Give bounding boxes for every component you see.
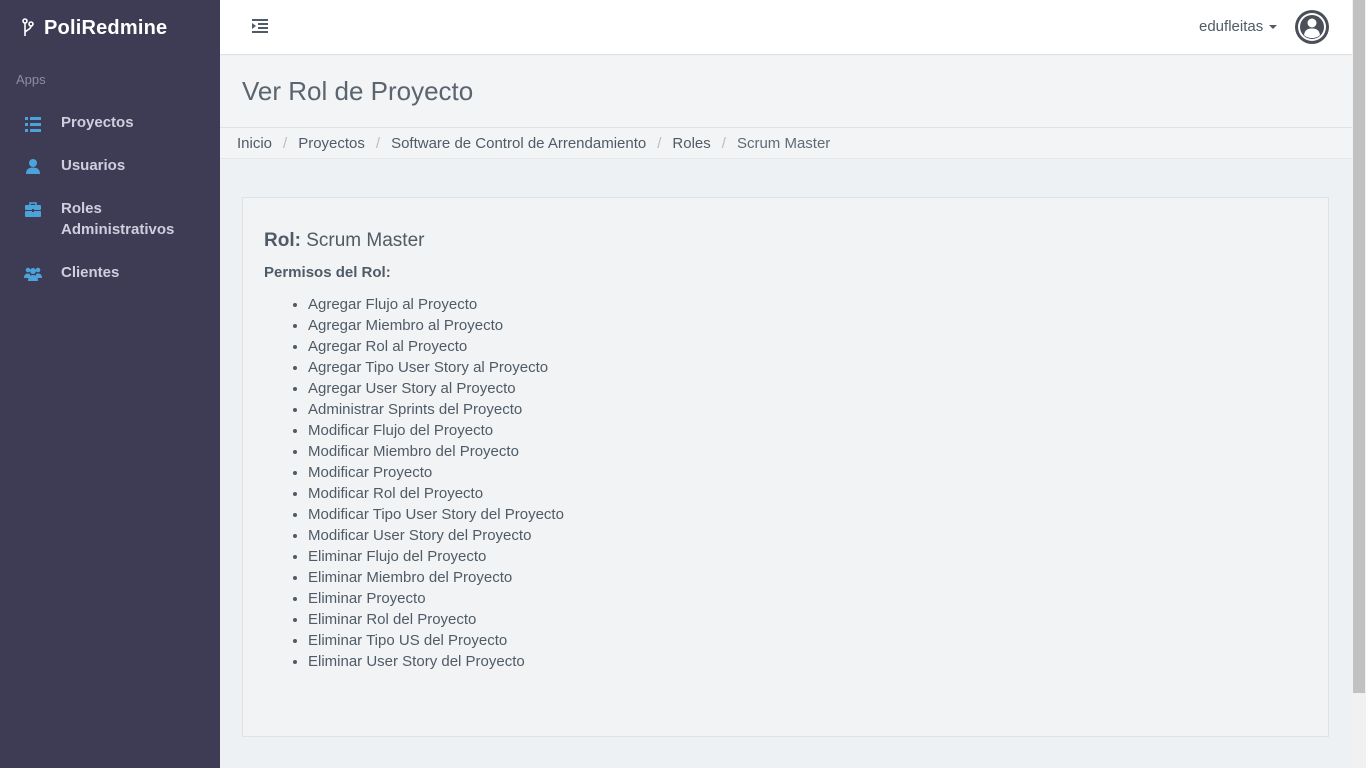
sidebar-item-proyectos[interactable]: Proyectos	[0, 112, 220, 134]
role-title: Rol: Scrum Master	[264, 230, 424, 252]
user-name-label: edufleitas	[1199, 18, 1264, 35]
sidebar-item-label: Roles Administrativos	[61, 200, 175, 238]
caret-down-icon	[1269, 24, 1278, 29]
permission-item: Eliminar Flujo del Proyecto	[308, 546, 564, 567]
permission-item: Agregar Rol al Proyecto	[308, 336, 564, 357]
breadcrumb-separator: /	[657, 134, 662, 152]
users-icon	[24, 264, 42, 282]
role-label: Rol:	[264, 230, 301, 251]
user-icon	[24, 157, 42, 175]
permission-item: Agregar User Story al Proyecto	[308, 378, 564, 399]
role-detail-card: Rol: Scrum Master Permisos del Rol: Agre…	[242, 197, 1329, 737]
sidebar: PoliRedmine Apps Proyectos Usuarios Role…	[0, 0, 220, 768]
permission-item: Eliminar Miembro del Proyecto	[308, 567, 564, 588]
permission-item: Agregar Flujo al Proyecto	[308, 294, 564, 315]
sidebar-item-label: Clientes	[61, 264, 120, 281]
sidebar-item-clientes[interactable]: Clientes	[0, 262, 220, 284]
sidebar-item-label: Proyectos	[61, 114, 134, 131]
permission-item: Eliminar Proyecto	[308, 588, 564, 609]
list-icon	[24, 115, 42, 133]
briefcase-icon	[24, 200, 42, 218]
breadcrumb-separator: /	[721, 134, 726, 152]
breadcrumb-item-inicio[interactable]: Inicio	[237, 135, 272, 152]
branch-icon	[20, 17, 36, 39]
permission-item: Eliminar Tipo US del Proyecto	[308, 630, 564, 651]
permissions-list: Agregar Flujo al Proyecto Agregar Miembr…	[308, 294, 564, 672]
permission-item: Administrar Sprints del Proyecto	[308, 399, 564, 420]
breadcrumb-item-roles[interactable]: Roles	[672, 135, 710, 152]
permission-item: Modificar Rol del Proyecto	[308, 483, 564, 504]
permission-item: Modificar Flujo del Proyecto	[308, 420, 564, 441]
breadcrumb-item-current: Scrum Master	[736, 134, 831, 152]
sidebar-item-label: Usuarios	[61, 157, 126, 174]
permission-item: Eliminar User Story del Proyecto	[308, 651, 564, 672]
permission-item: Eliminar Rol del Proyecto	[308, 609, 564, 630]
permission-item: Modificar Miembro del Proyecto	[308, 441, 564, 462]
permission-item: Modificar Tipo User Story del Proyecto	[308, 504, 564, 525]
permission-item: Modificar Proyecto	[308, 462, 564, 483]
page-title: Ver Rol de Proyecto	[242, 76, 474, 106]
breadcrumb-item-proyecto[interactable]: Software de Control de Arrendamiento	[391, 135, 646, 152]
permissions-heading: Permisos del Rol:	[264, 264, 391, 281]
page-header: Ver Rol de Proyecto	[220, 56, 1352, 128]
sidebar-item-usuarios[interactable]: Usuarios	[0, 155, 220, 177]
permission-item: Modificar User Story del Proyecto	[308, 525, 564, 546]
brand-name: PoliRedmine	[44, 16, 168, 39]
scrollbar-thumb[interactable]	[1353, 0, 1365, 693]
apps-section-label: Apps	[16, 72, 46, 87]
role-name: Scrum Master	[306, 230, 425, 251]
user-menu-dropdown[interactable]: edufleitas	[1199, 18, 1278, 35]
breadcrumb-separator: /	[283, 134, 288, 152]
breadcrumb: Inicio / Proyectos / Software de Control…	[220, 128, 1352, 159]
breadcrumb-separator: /	[375, 134, 381, 152]
breadcrumb-item-proyectos[interactable]: Proyectos	[298, 135, 365, 152]
permission-item: Agregar Miembro al Proyecto	[308, 315, 564, 336]
brand-logo[interactable]: PoliRedmine	[20, 14, 167, 42]
avatar[interactable]	[1294, 9, 1330, 45]
sidebar-item-roles-administrativos[interactable]: Roles Administrativos	[0, 198, 220, 242]
menu-toggle-icon[interactable]	[252, 18, 270, 34]
top-bar: edufleitas	[220, 0, 1352, 55]
permission-item: Agregar Tipo User Story al Proyecto	[308, 357, 564, 378]
